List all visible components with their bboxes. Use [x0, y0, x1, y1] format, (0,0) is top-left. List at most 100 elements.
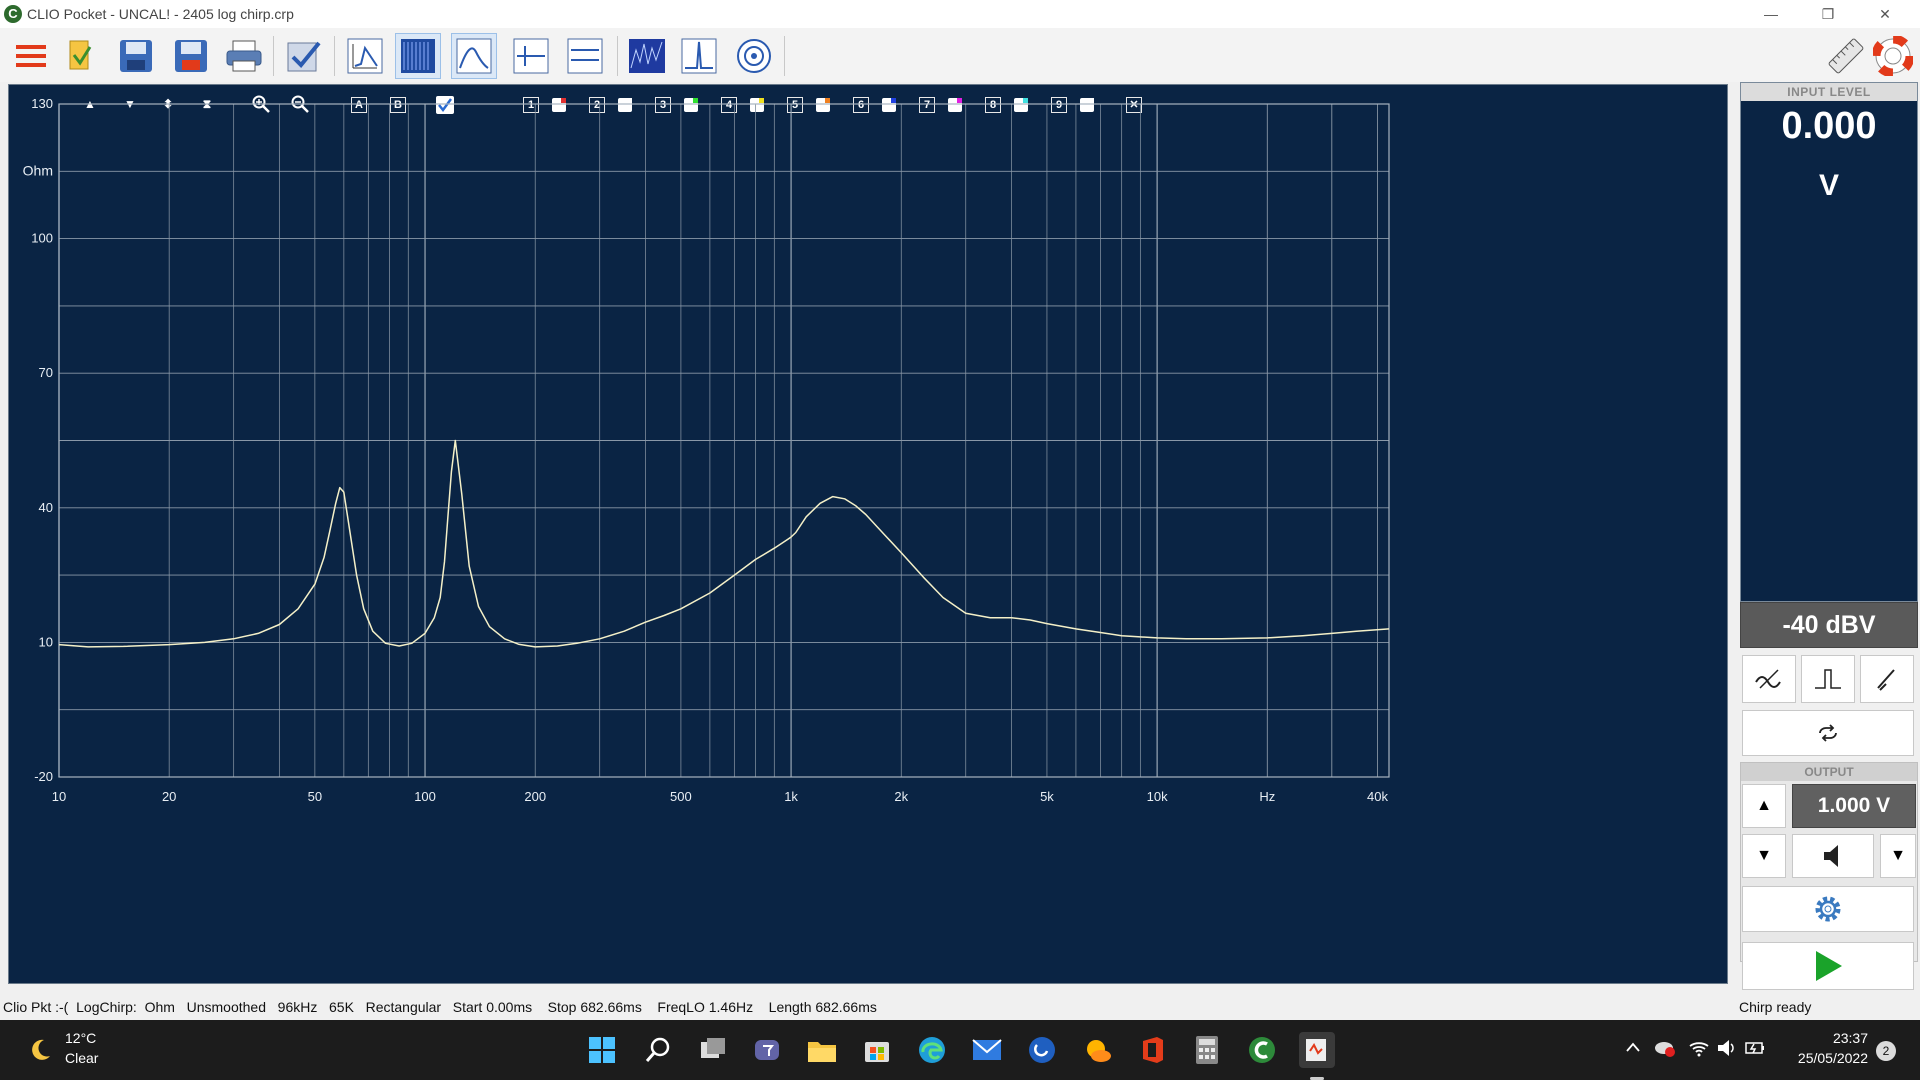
y-tick-label: 10 [39, 634, 53, 649]
tray-overflow-button[interactable] [1625, 1040, 1641, 1057]
output-dropdown-button[interactable]: ▼ [1880, 834, 1916, 878]
notification-badge[interactable]: 2 [1876, 1041, 1896, 1061]
x-tick-label: 200 [524, 789, 546, 804]
moon-icon [32, 1039, 50, 1060]
title-bar: C CLIO Pocket - UNCAL! - 2405 log chirp.… [0, 0, 1920, 28]
output-label: OUTPUT [1741, 763, 1917, 781]
weather-widget[interactable] [28, 1037, 52, 1066]
status-measurement-info: Clio Pkt :-( LogChirp: Ohm Unsmoothed 96… [3, 999, 877, 1015]
overlay-button[interactable] [562, 33, 608, 79]
wifi-icon [1689, 1042, 1709, 1057]
weather-app-icon [1087, 1040, 1111, 1062]
minimize-button[interactable]: — [1748, 0, 1794, 28]
window-title: CLIO Pocket - UNCAL! - 2405 log chirp.cr… [27, 6, 294, 22]
play-button[interactable] [1742, 942, 1914, 990]
impedance-curve [58, 439, 1390, 648]
speaker-button[interactable] [1792, 834, 1874, 878]
waterfall-button[interactable] [624, 33, 670, 79]
x-tick-label: 5k [1040, 789, 1054, 804]
file-explorer-button[interactable] [804, 1032, 840, 1068]
input-range-box[interactable]: -40 dBV [1740, 602, 1918, 648]
print-button[interactable] [221, 33, 267, 79]
gear-icon [1815, 896, 1841, 922]
cloud-status-button[interactable] [1654, 1038, 1676, 1063]
input-level-value: 0.000 [1781, 105, 1877, 147]
windows-start-icon [589, 1037, 615, 1063]
menu-icon [16, 45, 46, 67]
output-level-value[interactable]: 1.000 V [1792, 784, 1916, 828]
search-button[interactable] [640, 1032, 676, 1068]
battery-button[interactable] [1744, 1038, 1766, 1063]
probe-icon [1877, 669, 1895, 691]
save-as-button[interactable] [168, 33, 214, 79]
probe-button[interactable] [1860, 655, 1914, 703]
app-icon [1029, 1037, 1055, 1063]
input-level-label: INPUT LEVEL [1741, 83, 1917, 101]
x-tick-label: 50 [308, 789, 322, 804]
right-panel: INPUT LEVEL 0.000 V -40 dBV OUTPUT ▲ 1.0… [1738, 82, 1920, 990]
chevron-up-icon [1626, 1042, 1640, 1052]
app-icon: C [4, 5, 22, 23]
clock-date[interactable]: 25/05/2022 [1788, 1050, 1868, 1066]
teams-button[interactable] [749, 1032, 785, 1068]
restore-button[interactable]: ❐ [1805, 0, 1851, 28]
status-bar: Clio Pkt :-( LogChirp: Ohm Unsmoothed 96… [0, 993, 1920, 1020]
mail-icon [972, 1039, 1002, 1060]
overlay-icon [567, 38, 603, 74]
cloud-error-icon [1655, 1042, 1675, 1057]
y-tick-label: 100 [31, 231, 53, 246]
store-button[interactable] [859, 1032, 895, 1068]
check-button[interactable] [281, 33, 327, 79]
open-button[interactable] [58, 33, 104, 79]
y-tick-label: 130 [31, 96, 53, 111]
calculator-button[interactable] [1189, 1032, 1225, 1068]
loop-button[interactable] [1742, 710, 1914, 756]
help-button[interactable] [1870, 33, 1916, 79]
volume-button[interactable] [1716, 1038, 1738, 1063]
ac-coupling-button[interactable] [1742, 655, 1796, 703]
settings-button[interactable] [1742, 886, 1914, 932]
impulse-mode-icon [1815, 669, 1841, 689]
menu-button[interactable] [8, 33, 54, 79]
search-icon [645, 1037, 670, 1062]
office-button[interactable] [1135, 1032, 1171, 1068]
loop-icon [1819, 724, 1837, 742]
input-level-unit: V [1818, 169, 1839, 202]
impedance-chart[interactable]: ▲ ▼ ⬍ ⧗ A B 1 2 3 4 5 6 7 8 9 ✕ 130 100 7 [8, 84, 1728, 984]
close-button[interactable]: ✕ [1862, 0, 1908, 28]
battery-charging-icon [1745, 1042, 1764, 1054]
mail-button[interactable] [969, 1032, 1005, 1068]
help-lifebuoy-icon [1873, 36, 1913, 76]
graph-button[interactable] [342, 33, 388, 79]
volume-icon [1718, 1040, 1734, 1056]
output-down-button[interactable]: ▼ [1742, 834, 1786, 878]
impulse-button[interactable] [676, 33, 722, 79]
toolbar-separator [617, 36, 618, 76]
edge-button[interactable] [914, 1032, 950, 1068]
toolbar-separator [334, 36, 335, 76]
taskbar: 12°C Clear 23:37 25/05/2022 2 [0, 1020, 1920, 1080]
clock-time[interactable]: 23:37 [1788, 1030, 1868, 1046]
x-tick-label: 40k [1367, 789, 1388, 804]
wifi-button[interactable] [1688, 1038, 1710, 1063]
save-button[interactable] [113, 33, 159, 79]
clio-icon [1249, 1037, 1275, 1063]
x-tick-label: 100 [414, 789, 436, 804]
curve-button[interactable] [451, 33, 497, 79]
polar-button[interactable] [731, 33, 777, 79]
weather-app-button[interactable] [1080, 1032, 1116, 1068]
toolbar-separator [273, 36, 274, 76]
weather-temp: 12°C [65, 1030, 97, 1046]
output-up-button[interactable]: ▲ [1742, 784, 1786, 828]
marker-icon [513, 38, 549, 74]
marker-button[interactable] [508, 33, 554, 79]
windows-start-button[interactable] [584, 1032, 620, 1068]
active-app-button[interactable] [1299, 1032, 1335, 1068]
spectrum-button[interactable] [395, 33, 441, 79]
impulse-mode-button[interactable] [1801, 655, 1855, 703]
clio-button[interactable] [1244, 1032, 1280, 1068]
ruler-button[interactable] [1823, 33, 1869, 79]
curve-icon [456, 38, 492, 74]
app-button[interactable] [1024, 1032, 1060, 1068]
task-view-button[interactable] [695, 1032, 731, 1068]
